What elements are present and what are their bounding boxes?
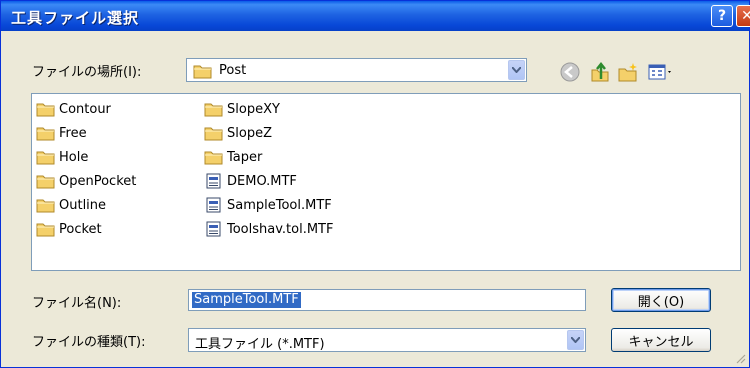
filetype-value: 工具ファイル (*.MTF) [195, 337, 325, 352]
list-item[interactable]: Taper [204, 145, 333, 169]
help-icon: ? [717, 8, 727, 24]
list-item[interactable]: SlopeXY [204, 97, 333, 121]
folder-icon [36, 223, 55, 237]
folder-icon [204, 103, 223, 117]
list-item[interactable]: OpenPocket [36, 169, 136, 193]
window-title: 工具ファイル選択 [11, 9, 140, 27]
filetype-dropdown-button[interactable] [567, 330, 584, 350]
list-item[interactable]: Hole [36, 145, 136, 169]
cancel-button[interactable]: キャンセル [611, 328, 711, 352]
list-item-label: DEMO.MTF [227, 173, 297, 189]
list-item[interactable]: Outline [36, 193, 136, 217]
filetype-label: ファイルの種類(T): [32, 335, 146, 350]
location-dropdown-button[interactable] [508, 60, 525, 80]
list-item[interactable]: SlopeZ [204, 121, 333, 145]
up-folder-icon[interactable] [589, 61, 611, 83]
file-icon [206, 221, 221, 237]
open-button[interactable]: 開く(O) [611, 288, 711, 312]
back-icon[interactable] [559, 61, 581, 83]
folder-icon [36, 103, 55, 117]
file-open-dialog: 工具ファイル選択 ? ✕ ファイルの場所(I): Post Contour Fr… [0, 0, 750, 368]
folder-icon [36, 175, 55, 189]
filename-label: ファイル名(N): [32, 296, 122, 311]
close-button[interactable]: ✕ [736, 5, 750, 27]
resize-grip-icon[interactable] [736, 354, 746, 364]
location-value: Post [219, 63, 247, 78]
chevron-down-icon [571, 337, 580, 343]
folder-icon [204, 127, 223, 141]
list-item[interactable]: DEMO.MTF [204, 169, 333, 193]
location-label: ファイルの場所(I): [32, 65, 142, 80]
close-icon: ✕ [741, 8, 750, 24]
list-item[interactable]: Free [36, 121, 136, 145]
view-menu-icon[interactable] [647, 61, 675, 83]
list-item-label: SlopeZ [227, 125, 272, 141]
file-list-column-1: Contour Free Hole OpenPocket Outline Poc… [36, 97, 136, 241]
list-item-label: Pocket [59, 221, 102, 237]
title-bar[interactable]: 工具ファイル選択 ? ✕ [1, 1, 750, 31]
file-list[interactable]: Contour Free Hole OpenPocket Outline Poc… [31, 93, 741, 271]
file-icon [206, 197, 221, 213]
list-item-label: SlopeXY [227, 101, 280, 117]
folder-icon [193, 65, 212, 79]
list-item-label: OpenPocket [59, 173, 137, 189]
folder-icon [204, 151, 223, 165]
filename-input[interactable]: SampleTool.MTF [188, 289, 586, 311]
filetype-combo[interactable]: 工具ファイル (*.MTF) [188, 328, 586, 352]
new-folder-icon[interactable] [617, 61, 639, 83]
folder-icon [36, 151, 55, 165]
list-item[interactable]: Pocket [36, 217, 136, 241]
list-item-label: Hole [59, 149, 89, 165]
list-item-label: SampleTool.MTF [227, 197, 332, 213]
list-item-label: Free [59, 125, 87, 141]
folder-icon [36, 199, 55, 213]
file-icon [206, 173, 221, 189]
filename-value: SampleTool.MTF [192, 292, 301, 308]
file-list-column-2: SlopeXY SlopeZ Taper DEMO.MTF SampleTool… [204, 97, 333, 241]
folder-icon [36, 127, 55, 141]
list-item[interactable]: Toolshav.tol.MTF [204, 217, 333, 241]
list-item-label: Contour [59, 101, 111, 117]
chevron-down-icon [512, 67, 521, 73]
list-item-label: Toolshav.tol.MTF [227, 221, 334, 237]
list-item-label: Taper [227, 149, 263, 165]
list-item[interactable]: SampleTool.MTF [204, 193, 333, 217]
list-item-label: Outline [59, 197, 107, 213]
location-combo[interactable]: Post [186, 58, 527, 82]
help-button[interactable]: ? [711, 5, 733, 27]
list-item[interactable]: Contour [36, 97, 136, 121]
